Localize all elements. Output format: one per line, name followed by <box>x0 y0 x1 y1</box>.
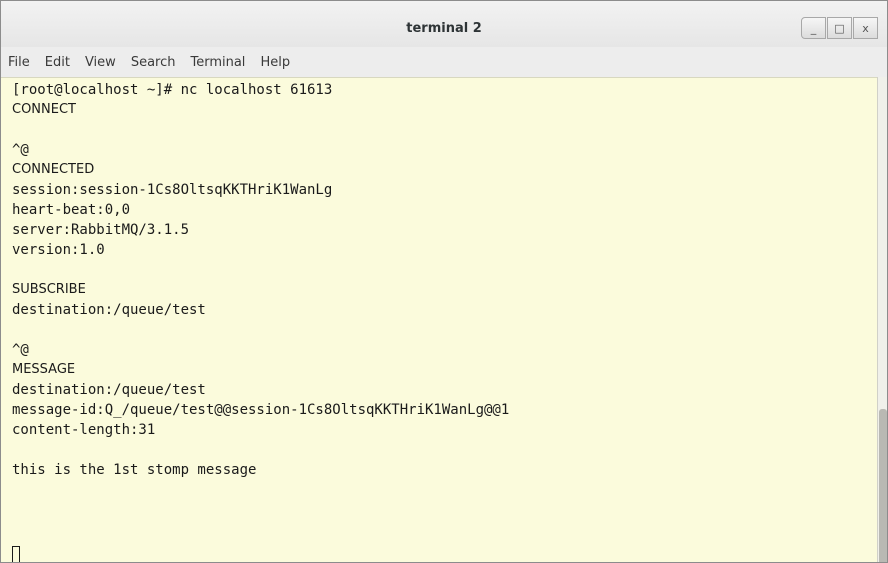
terminal-line: content-length:31 <box>12 422 156 438</box>
minimize-button[interactable]: _ <box>801 17 826 39</box>
title-bar[interactable]: terminal 2 _ □ x <box>1 1 887 47</box>
window-controls: _ □ x <box>801 17 879 39</box>
terminal-line: SUBSCRIBE <box>12 282 86 297</box>
terminal-line: CONNECTED <box>12 162 95 177</box>
maximize-button[interactable]: □ <box>827 17 852 39</box>
terminal-line: ^@ <box>12 142 29 158</box>
terminal-line: [root@localhost ~]# nc localhost 61613 <box>12 82 333 98</box>
terminal-line: MESSAGE <box>12 362 76 377</box>
menu-terminal[interactable]: Terminal <box>190 55 245 70</box>
menu-view[interactable]: View <box>85 55 116 70</box>
terminal-line: this is the 1st stomp message <box>12 462 257 478</box>
menu-edit[interactable]: Edit <box>45 55 70 70</box>
terminal-line: CONNECT <box>12 102 76 117</box>
scrollbar-thumb[interactable] <box>879 409 887 562</box>
menu-bar: File Edit View Search Terminal Help <box>1 47 887 77</box>
terminal-line: ^@ <box>12 342 29 358</box>
terminal-line: session:session-1Cs8OltsqKKTHriK1WanLg <box>12 182 333 198</box>
terminal-window: terminal 2 _ □ x File Edit View Search T… <box>0 0 888 563</box>
window-title: terminal 2 <box>406 21 482 36</box>
vertical-scrollbar[interactable] <box>877 77 887 562</box>
menu-file[interactable]: File <box>8 55 30 70</box>
close-button[interactable]: x <box>853 17 878 39</box>
menu-search[interactable]: Search <box>131 55 176 70</box>
terminal-line: message-id:Q_/queue/test@@session-1Cs8Ol… <box>12 402 510 418</box>
terminal-line: version:1.0 <box>12 242 105 258</box>
menu-help[interactable]: Help <box>260 55 290 70</box>
text-cursor <box>12 546 20 562</box>
terminal-line: destination:/queue/test <box>12 382 206 398</box>
terminal-line: heart-beat:0,0 <box>12 202 131 218</box>
terminal-output[interactable]: [root@localhost ~]# nc localhost 61613 CO… <box>1 77 877 562</box>
terminal-line: destination:/queue/test <box>12 302 206 318</box>
terminal-line: server:RabbitMQ/3.1.5 <box>12 222 190 238</box>
